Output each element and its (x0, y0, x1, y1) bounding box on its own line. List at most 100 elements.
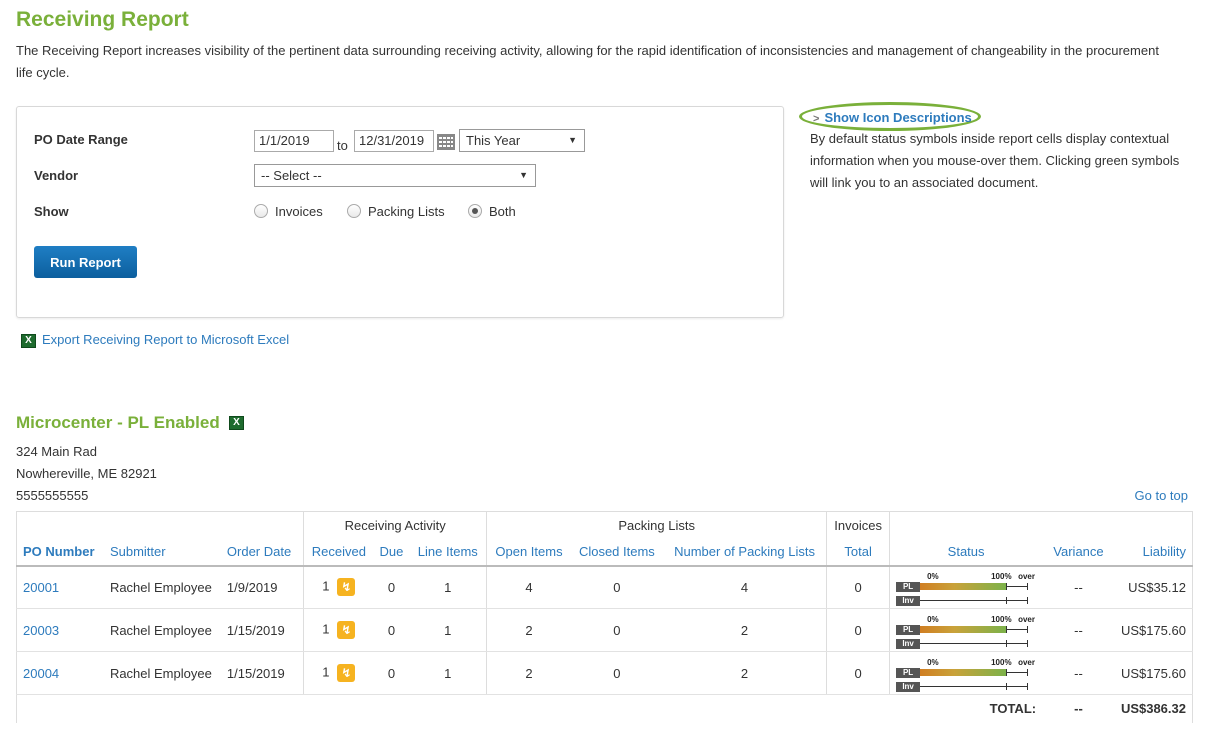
po-number-cell: 20004 (15, 651, 104, 695)
status-cell: 0% 100% over PL Inv (889, 651, 1043, 695)
received-cell: 1 ↯ (303, 651, 374, 695)
order-date-cell: 1/9/2019 (220, 565, 304, 609)
col-status[interactable]: Status (889, 538, 1043, 567)
vendor-address-line2: Nowhereville, ME 82921 (16, 466, 157, 481)
col-variance[interactable]: Variance (1042, 538, 1115, 567)
receiving-report-table: Receiving Activity Packing Lists Invoice… (15, 511, 1193, 723)
scale-tick (1027, 583, 1029, 591)
submitter-cell: Rachel Employee (103, 651, 221, 695)
inv-tag: Inv (896, 596, 921, 607)
export-excel-label[interactable]: Export Receiving Report to Microsoft Exc… (42, 332, 289, 347)
status-cell: 0% 100% over PL Inv (889, 608, 1043, 652)
scale-100-label: 100% (991, 658, 1012, 667)
receiving-icon[interactable]: ↯ (337, 578, 356, 597)
col-closed-items[interactable]: Closed Items (570, 538, 663, 567)
received-count: 1 (322, 621, 330, 637)
receiving-icon[interactable]: ↯ (337, 621, 356, 639)
total-label: TOTAL: (989, 701, 1037, 717)
col-received[interactable]: Received (303, 538, 374, 567)
col-submitter[interactable]: Submitter (103, 538, 221, 567)
chevron-right-icon: > (813, 113, 820, 125)
col-due[interactable]: Due (373, 538, 410, 567)
vendor-select[interactable]: -- Select -- ▼ (254, 164, 536, 187)
inv-track (920, 643, 1029, 644)
show-invoices-radio[interactable] (254, 204, 268, 218)
col-order-date[interactable]: Order Date (220, 538, 304, 567)
scale-0-label: 0% (927, 572, 939, 582)
closed-items-cell: 0 (570, 608, 663, 652)
col-invoice-total[interactable]: Total (826, 538, 890, 567)
group-blank (15, 511, 304, 539)
run-report-button[interactable]: Run Report (34, 246, 137, 278)
variance-cell: -- (1042, 651, 1115, 695)
total-liability: US$386.32 (1114, 694, 1193, 723)
status-scale-labels: 0% 100% over (896, 615, 1036, 624)
col-po-number[interactable]: PO Number (15, 538, 104, 567)
received-cell: 1 ↯ (303, 565, 374, 609)
date-range-preset-select[interactable]: This Year ▼ (459, 129, 585, 152)
vendor-phone: 5555555555 (16, 488, 89, 503)
vendor-select-value: -- Select -- (261, 168, 322, 183)
status-progress-bar[interactable]: 0% 100% over PL Inv (896, 615, 1036, 649)
scale-tick (1006, 683, 1008, 690)
scale-tick (1027, 683, 1029, 690)
col-line-items[interactable]: Line Items (409, 538, 487, 567)
show-icon-descriptions-label[interactable]: Show Icon Descriptions (824, 110, 971, 125)
date-range-preset-value: This Year (466, 133, 521, 148)
pl-fill (920, 626, 1007, 633)
vendor-label: Vendor (34, 168, 79, 183)
group-invoices: Invoices (826, 511, 890, 539)
line-items-cell: 1 (409, 565, 487, 609)
due-cell: 0 (373, 565, 410, 609)
vendor-excel-icon[interactable]: X (229, 416, 244, 430)
date-to-input[interactable]: 12/31/2019 (354, 130, 434, 152)
scale-tick (1006, 626, 1008, 633)
pl-tag: PL (896, 582, 921, 593)
show-packing-lists-label[interactable]: Packing Lists (368, 204, 445, 219)
status-progress-bar[interactable]: 0% 100% over PL Inv (896, 658, 1036, 692)
liability-cell: US$175.60 (1114, 651, 1193, 695)
page-description: The Receiving Report increases visibilit… (16, 43, 1159, 80)
table-group-header: Receiving Activity Packing Lists Invoice… (15, 511, 1193, 539)
vendor-address-line1: 324 Main Rad (16, 444, 97, 459)
open-items-cell: 2 (486, 608, 571, 652)
scale-tick (1027, 626, 1029, 633)
scale-tick (1027, 597, 1029, 605)
date-to-separator: to (337, 138, 348, 153)
group-blank (889, 511, 1193, 539)
col-liability[interactable]: Liability (1114, 538, 1193, 567)
col-number-of-packing-lists[interactable]: Number of Packing Lists (662, 538, 827, 567)
due-cell: 0 (373, 608, 410, 652)
invoice-total-cell: 0 (826, 608, 890, 652)
po-number-link[interactable]: 20003 (23, 623, 59, 638)
date-from-input[interactable]: 1/1/2019 (254, 130, 334, 152)
po-number-link[interactable]: 20001 (23, 580, 59, 595)
group-receiving-activity: Receiving Activity (303, 511, 487, 539)
po-number-link[interactable]: 20004 (23, 666, 59, 681)
submitter-cell: Rachel Employee (103, 608, 221, 652)
inv-bar: Inv (896, 596, 1036, 607)
scale-0-label: 0% (927, 615, 939, 624)
show-both-radio[interactable] (468, 204, 482, 218)
scale-0-label: 0% (927, 658, 939, 667)
go-to-top-link[interactable]: Go to top (1135, 488, 1188, 503)
table-column-header: PO Number Submitter Order Date Received … (15, 538, 1193, 567)
group-packing-lists: Packing Lists (486, 511, 827, 539)
scale-100-label: 100% (991, 572, 1012, 582)
show-icon-descriptions-link[interactable]: > Show Icon Descriptions (813, 110, 972, 125)
calendar-icon[interactable] (437, 134, 455, 150)
line-items-cell: 1 (409, 608, 487, 652)
receiving-icon[interactable]: ↯ (337, 664, 356, 682)
po-number-cell: 20001 (15, 565, 104, 609)
show-packing-lists-radio[interactable] (347, 204, 361, 218)
table-row: 20001 Rachel Employee 1/9/2019 1 ↯ 0 1 4 0 4 0 0% 10… (15, 565, 1193, 609)
dropdown-arrow-icon: ▼ (519, 170, 528, 180)
show-invoices-label[interactable]: Invoices (275, 204, 323, 219)
show-both-label[interactable]: Both (489, 204, 516, 219)
col-open-items[interactable]: Open Items (486, 538, 571, 567)
export-excel-link[interactable]: X Export Receiving Report to Microsoft Ex… (21, 332, 289, 348)
scale-100-label: 100% (991, 615, 1012, 624)
excel-icon: X (21, 333, 36, 348)
received-count: 1 (322, 664, 330, 680)
status-progress-bar[interactable]: 0% 100% over PL Inv (896, 572, 1036, 607)
